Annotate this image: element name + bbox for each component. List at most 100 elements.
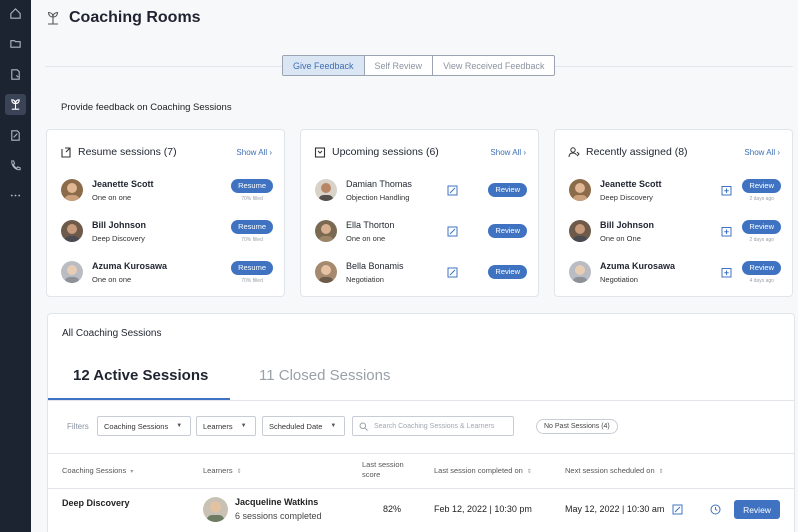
person-name: Jeanette Scott [600, 178, 662, 189]
clock-icon[interactable] [710, 504, 721, 515]
progress-text: 70% filled [241, 236, 263, 243]
caret-down-icon: ▼ [176, 423, 183, 429]
tab-closed-sessions[interactable]: 11 Closed Sessions [259, 367, 390, 384]
column-header-learners[interactable]: Learners ⇕ [203, 466, 242, 475]
show-all-link[interactable]: Show All › [744, 148, 780, 157]
caret-down-icon: ▼ [240, 423, 247, 429]
person-name: Azuma Kurosawa [92, 260, 168, 271]
last-session-completed: Feb 12, 2022 | 10:30 pm [434, 504, 532, 514]
coaching-sessions-dropdown[interactable]: Coaching Sessions ▼ [97, 416, 192, 436]
add-calendar-icon[interactable] [721, 226, 732, 237]
session-name: Deep Discovery [62, 498, 130, 508]
document-icon[interactable] [5, 64, 26, 85]
review-button[interactable]: Review [488, 224, 527, 238]
all-coaching-sessions-panel: All Coaching Sessions 12 Active Sessions… [47, 313, 795, 532]
phone-icon[interactable] [5, 155, 26, 176]
person-name: Bella Bonamis [346, 260, 404, 271]
session-type: Deep Discovery [92, 233, 145, 243]
session-type: Objection Handling [346, 192, 410, 202]
column-header-last-score[interactable]: Last session score [362, 460, 414, 480]
show-all-link[interactable]: Show All › [236, 148, 272, 157]
person-name: Azuma Kurosawa [600, 260, 676, 271]
person-name: Jeanette Scott [92, 178, 154, 189]
add-calendar-icon[interactable] [721, 185, 732, 196]
review-button[interactable]: Review [742, 260, 781, 275]
avatar [569, 179, 591, 201]
avatar [569, 220, 591, 242]
person-name: Bill Johnson [92, 219, 146, 230]
section-label: Provide feedback on Coaching Sessions [61, 102, 232, 113]
assigned-time: 2 days ago [749, 195, 774, 202]
divider [48, 400, 794, 401]
avatar [61, 179, 83, 201]
list-item: Bill Johnson Deep Discovery Resume 70% fil… [61, 217, 273, 245]
review-button[interactable]: Review [742, 178, 781, 193]
avatar [61, 220, 83, 242]
sidebar [0, 0, 31, 532]
review-button[interactable]: Review [488, 183, 527, 197]
edit-icon[interactable] [447, 226, 458, 237]
home-icon[interactable] [5, 3, 26, 24]
column-header-next-scheduled[interactable]: Next session scheduled on ⇕ [565, 466, 664, 475]
avatar [315, 261, 337, 283]
session-type: Negotiation [600, 274, 638, 284]
page-title: Coaching Rooms [69, 9, 201, 26]
session-type: Negotiation [346, 274, 384, 284]
more-icon[interactable] [5, 185, 26, 206]
list-item: Bella Bonamis Negotiation Review [315, 258, 527, 286]
resume-button[interactable]: Resume [231, 178, 273, 193]
person-name: Bill Johnson [600, 219, 654, 230]
assigned-time: 2 days ago [749, 236, 774, 243]
upcoming-sessions-card: Upcoming sessions (6) Show All › Damian … [300, 129, 539, 297]
scheduled-date-dropdown[interactable]: Scheduled Date ▼ [262, 416, 346, 436]
column-header-coaching-sessions[interactable]: Coaching Sessions ▾ [62, 466, 133, 475]
learners-dropdown[interactable]: Learners ▼ [196, 416, 256, 436]
divider [48, 453, 794, 454]
resume-button[interactable]: Resume [231, 219, 273, 234]
past-sessions-filter-chip[interactable]: No Past Sessions (4) [536, 419, 618, 434]
learner-name[interactable]: Jacqueline Watkins [235, 497, 318, 507]
edit-icon[interactable] [447, 267, 458, 278]
review-button[interactable]: Review [734, 500, 780, 519]
progress-text: 70% filled [241, 277, 263, 284]
session-type: Deep Discovery [600, 192, 653, 202]
sort-icon: ▾ [130, 469, 134, 475]
review-button[interactable]: Review [742, 219, 781, 234]
tab-self-review[interactable]: Self Review [365, 56, 434, 75]
search-input[interactable]: Search Coaching Sessions & Learners [352, 416, 514, 436]
calendar-icon [314, 147, 326, 158]
assigned-time: 4 days ago [749, 277, 774, 284]
resume-icon [61, 147, 71, 158]
coaching-icon[interactable] [5, 94, 26, 115]
assign-user-icon [568, 147, 580, 158]
edit-icon[interactable] [447, 185, 458, 196]
card-title: Upcoming sessions (6) [332, 146, 439, 158]
list-item: Jeanette Scott One on one Resume 70% fille… [61, 176, 273, 204]
show-all-link[interactable]: Show All › [490, 148, 526, 157]
session-type: One on one [346, 233, 386, 243]
list-item: Azuma Kurosawa One on one Resume 70% fille… [61, 258, 273, 286]
review-button[interactable]: Review [488, 265, 527, 279]
edit-icon[interactable] [672, 504, 683, 515]
resume-button[interactable]: Resume [231, 260, 273, 275]
recently-assigned-card: Recently assigned (8) Show All › Jeanett… [554, 129, 793, 297]
sort-icon: ⇕ [658, 469, 664, 475]
card-title: Recently assigned (8) [586, 146, 688, 158]
list-item: Ella Thorton One on one Review [315, 217, 527, 245]
search-icon [359, 422, 368, 431]
tab-view-received-feedback[interactable]: View Received Feedback [433, 56, 554, 75]
coaching-icon [47, 11, 59, 25]
feedback-tabs: Give Feedback Self Review View Received … [282, 55, 556, 76]
last-session-score: 82% [383, 504, 402, 514]
add-calendar-icon[interactable] [721, 267, 732, 278]
edit-document-icon[interactable] [5, 125, 26, 146]
resume-sessions-card: Resume sessions (7) Show All › Jeanette … [46, 129, 285, 297]
divider [48, 488, 794, 489]
filters-label: Filters [67, 422, 89, 431]
folder-icon[interactable] [5, 33, 26, 54]
tab-active-sessions[interactable]: 12 Active Sessions [73, 367, 208, 384]
column-header-last-completed[interactable]: Last session completed on ⇕ [434, 466, 532, 475]
list-item: Bill Johnson One on One Review 2 days ago [569, 217, 781, 245]
tab-give-feedback[interactable]: Give Feedback [283, 56, 365, 75]
session-type: One on one [92, 192, 132, 202]
